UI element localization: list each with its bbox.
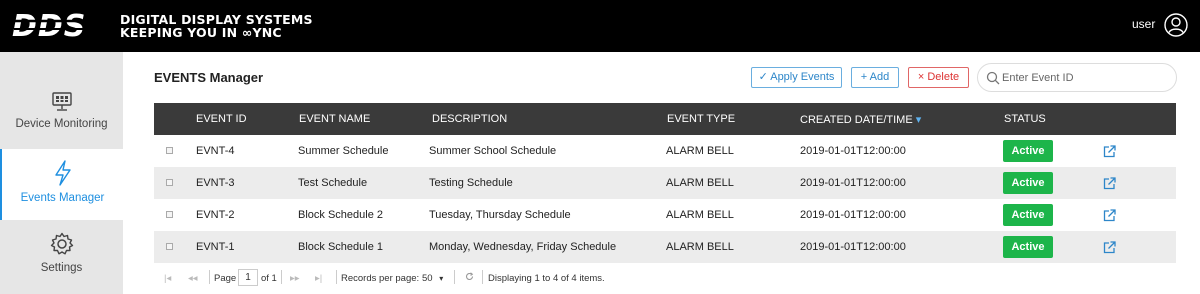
prev-page-button[interactable]: ◂◂ (188, 273, 198, 284)
user-circle-icon[interactable] (1164, 13, 1188, 37)
external-link-icon[interactable] (1103, 145, 1116, 158)
external-link-icon[interactable] (1103, 177, 1116, 190)
cell-created-date: 2019-01-01T12:00:00 (800, 177, 906, 189)
cell-event-name: Test Schedule (298, 177, 368, 189)
sidebar-item-events-manager[interactable]: Events Manager (0, 149, 123, 220)
first-page-button[interactable]: |◂ (164, 273, 171, 284)
cell-event-name: Block Schedule 2 (298, 209, 383, 221)
refresh-icon[interactable] (465, 272, 474, 281)
row-checkbox[interactable] (166, 243, 173, 250)
column-header-event-name[interactable]: EVENT NAME (299, 113, 370, 125)
column-header-created-date[interactable]: CREATED DATE/TIME ▾ (800, 113, 921, 126)
cell-event-type: ALARM BELL (666, 177, 734, 189)
sidebar-item-device-monitoring[interactable]: Device Monitoring (0, 92, 123, 130)
tagline-line-2: KEEPING YOU IN ∞YNC (120, 25, 282, 40)
last-page-button[interactable]: ▸| (315, 273, 322, 284)
brand-tagline: DIGITAL DISPLAY SYSTEMS KEEPING YOU IN ∞… (120, 13, 313, 39)
user-name[interactable]: user (1132, 17, 1155, 31)
status-active-button[interactable]: Active (1003, 140, 1053, 162)
records-per-page-value: 50 (422, 273, 433, 284)
column-header-status[interactable]: STATUS (1004, 113, 1046, 125)
sort-desc-icon: ▾ (915, 114, 922, 126)
gear-icon (50, 232, 73, 255)
table-pager: |◂ ◂◂ Page 1 of 1 ▸▸ ▸| Records per page… (154, 264, 1176, 292)
table-row[interactable]: EVNT-3 Test Schedule Testing Schedule AL… (154, 167, 1176, 199)
sidebar-item-label: Settings (40, 262, 83, 274)
external-link-icon[interactable] (1103, 241, 1116, 254)
displaying-summary: Displaying 1 to 4 of 4 items. (488, 273, 605, 284)
cell-event-type: ALARM BELL (666, 241, 734, 253)
cell-created-date: 2019-01-01T12:00:00 (800, 145, 906, 157)
lightning-icon (54, 160, 71, 186)
cell-event-name: Block Schedule 1 (298, 241, 383, 253)
records-per-page-select[interactable]: 50 ▾ (422, 273, 443, 284)
column-header-event-type[interactable]: EVENT TYPE (667, 113, 735, 125)
event-id-search-input[interactable] (1002, 68, 1167, 88)
cell-description: Monday, Wednesday, Friday Schedule (429, 241, 617, 253)
sidebar-item-label: Device Monitoring (15, 118, 108, 130)
row-checkbox[interactable] (166, 179, 173, 186)
event-search-box (977, 63, 1177, 92)
records-per-page-label: Records per page: (341, 273, 420, 284)
cell-created-date: 2019-01-01T12:00:00 (800, 209, 906, 221)
cell-description: Summer School Schedule (429, 145, 557, 157)
dds-logo: DDS (12, 9, 116, 41)
cell-event-type: ALARM BELL (666, 145, 734, 157)
pager-divider (482, 270, 483, 284)
column-header-event-id[interactable]: EVENT ID (196, 113, 247, 125)
column-header-description[interactable]: DESCRIPTION (432, 113, 507, 125)
page-number-input[interactable]: 1 (238, 269, 258, 286)
row-checkbox[interactable] (166, 211, 173, 218)
page-label: Page (214, 273, 237, 284)
cell-created-date: 2019-01-01T12:00:00 (800, 241, 906, 253)
status-active-button[interactable]: Active (1003, 204, 1053, 226)
cell-description: Testing Schedule (429, 177, 513, 189)
external-link-icon[interactable] (1103, 209, 1116, 222)
page-count-label: of 1 (261, 273, 277, 284)
cell-event-id: EVNT-3 (196, 177, 235, 189)
monitor-icon (51, 92, 72, 111)
sidebar-item-label: Events Manager (20, 192, 105, 204)
table-row[interactable]: EVNT-4 Summer Schedule Summer School Sch… (154, 135, 1176, 167)
svg-text:DDS: DDS (12, 9, 86, 41)
column-header-created-date-label: CREATED DATE/TIME (800, 114, 913, 126)
page-title: EVENTS Manager (154, 70, 264, 85)
pager-divider (281, 270, 282, 284)
table-row[interactable]: EVNT-2 Block Schedule 2 Tuesday, Thursda… (154, 199, 1176, 231)
cell-description: Tuesday, Thursday Schedule (429, 209, 571, 221)
top-bar: DDS DIGITAL DISPLAY SYSTEMS KEEPING YOU … (0, 0, 1200, 52)
table-row[interactable]: EVNT-1 Block Schedule 1 Monday, Wednesda… (154, 231, 1176, 263)
sidebar-item-settings[interactable]: Settings (0, 232, 123, 274)
next-page-button[interactable]: ▸▸ (290, 273, 300, 284)
delete-event-button[interactable]: × Delete (908, 67, 969, 88)
pager-divider (336, 270, 337, 284)
status-active-button[interactable]: Active (1003, 172, 1053, 194)
search-icon (986, 71, 1000, 85)
pager-divider (209, 270, 210, 284)
cell-event-id: EVNT-4 (196, 145, 235, 157)
apply-events-button[interactable]: ✓ Apply Events (751, 67, 842, 88)
sidebar: Device Monitoring Events Manager Setting… (0, 52, 123, 294)
events-table-header: EVENT ID EVENT NAME DESCRIPTION EVENT TY… (154, 103, 1176, 135)
cell-event-type: ALARM BELL (666, 209, 734, 221)
cell-event-id: EVNT-1 (196, 241, 235, 253)
chevron-down-icon: ▾ (439, 274, 444, 283)
status-active-button[interactable]: Active (1003, 236, 1053, 258)
cell-event-id: EVNT-2 (196, 209, 235, 221)
pager-divider (454, 270, 455, 284)
row-checkbox[interactable] (166, 147, 173, 154)
cell-event-name: Summer Schedule (298, 145, 389, 157)
add-event-button[interactable]: + Add (851, 67, 899, 88)
